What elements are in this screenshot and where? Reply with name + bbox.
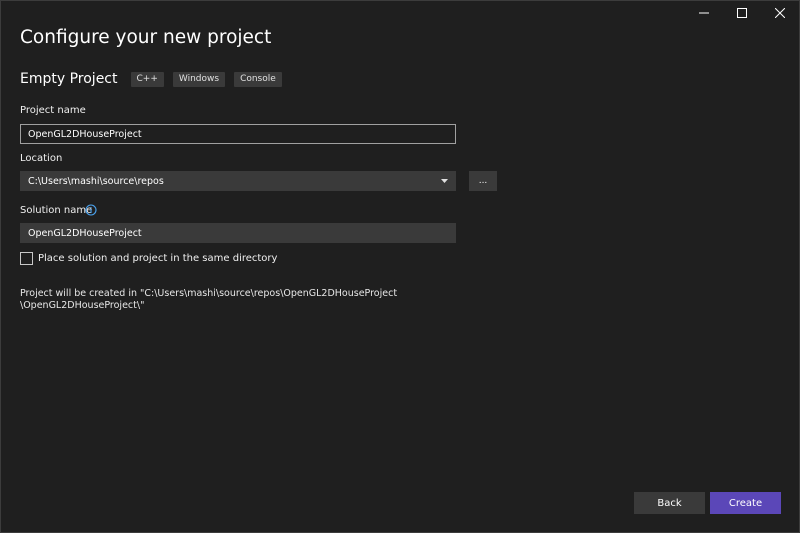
project-path-line-2: \OpenGL2DHouseProject\" [20, 300, 145, 311]
project-path-info: Project will be created in "C:\Users\mas… [20, 288, 440, 312]
solution-name-field[interactable]: OpenGL2DHouseProject [20, 223, 456, 243]
maximize-icon [737, 8, 747, 18]
same-directory-checkbox[interactable] [20, 252, 33, 265]
window-controls [685, 1, 799, 25]
solution-name-label: Solution name [20, 205, 93, 216]
project-name-field[interactable] [20, 124, 456, 144]
tag-console: Console [234, 71, 282, 87]
location-dropdown[interactable]: C:\Users\mashi\source\repos [20, 171, 456, 191]
page-title: Configure your new project [20, 27, 272, 48]
tag-windows: Windows [172, 71, 226, 87]
close-icon [775, 8, 785, 18]
template-info: Empty Project C++ Windows Console [20, 71, 291, 87]
info-icon[interactable] [85, 204, 97, 216]
chevron-down-icon [440, 177, 448, 185]
location-value: C:\Users\mashi\source\repos [28, 175, 164, 187]
minimize-button[interactable] [685, 1, 723, 25]
create-button[interactable]: Create [710, 492, 781, 514]
configure-project-dialog: Configure your new project Empty Project… [0, 0, 800, 533]
project-name-label: Project name [20, 105, 86, 116]
back-button[interactable]: Back [634, 492, 705, 514]
location-label: Location [20, 153, 63, 164]
solution-name-value: OpenGL2DHouseProject [28, 227, 142, 239]
browse-location-button[interactable]: ... [469, 171, 497, 191]
minimize-icon [699, 12, 709, 14]
template-name: Empty Project [20, 71, 118, 87]
close-button[interactable] [761, 1, 799, 25]
maximize-button[interactable] [723, 1, 761, 25]
tag-cpp: C++ [130, 71, 164, 87]
project-name-input[interactable] [28, 128, 448, 140]
same-directory-label: Place solution and project in the same d… [38, 253, 278, 264]
same-directory-option[interactable]: Place solution and project in the same d… [20, 252, 277, 265]
project-path-line-1: Project will be created in "C:\Users\mas… [20, 288, 398, 299]
